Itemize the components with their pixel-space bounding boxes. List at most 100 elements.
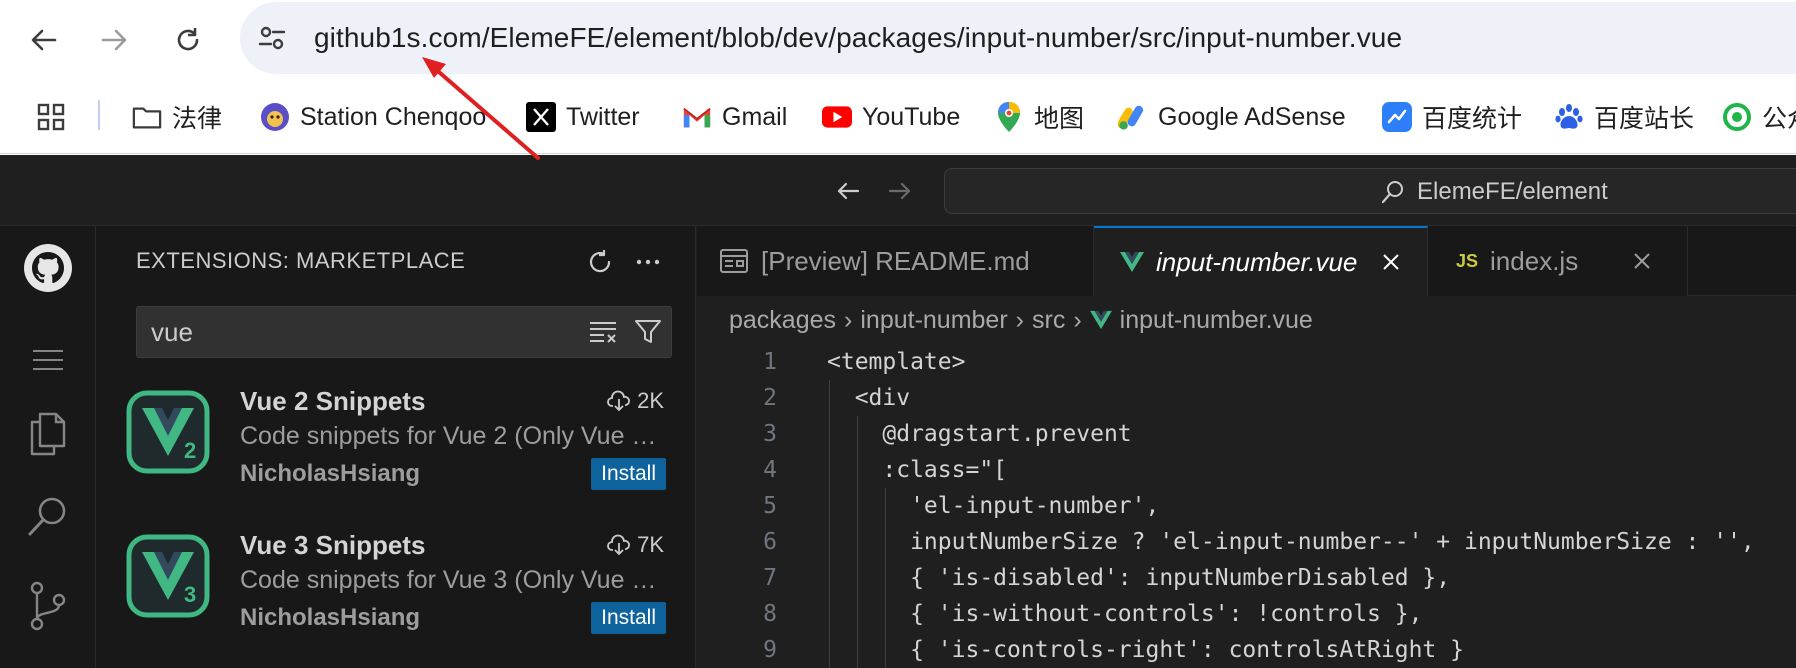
reload-button[interactable] — [166, 18, 210, 62]
tab-label: index.js — [1490, 245, 1579, 276]
bookmark-label: 百度站长 — [1594, 105, 1695, 133]
close-tab-button[interactable] — [1628, 247, 1656, 275]
code-line: 1 <template> — [697, 344, 1796, 380]
download-count: 2K — [607, 388, 664, 414]
menu-button[interactable] — [20, 332, 76, 388]
vue3-snippets-logo-icon: 3 — [126, 534, 210, 618]
line-text: { 'is-without-controls': !controls }, — [827, 601, 1423, 627]
activity-bar — [0, 226, 96, 668]
bookmark-item[interactable]: Station Chenqoo — [260, 98, 486, 136]
vscode-window: ElemeFE/element EXTENSIONS: MARKETPLACE — [0, 155, 1796, 668]
line-number: 9 — [763, 637, 777, 663]
close-icon — [1634, 253, 1650, 269]
clear-search-button[interactable] — [587, 315, 621, 349]
clear-filter-icon — [590, 322, 616, 343]
hamburger-menu-icon — [33, 350, 63, 370]
code-line: 7 { 'is-disabled': inputNumberDisabled }… — [697, 560, 1796, 596]
download-count: 7K — [607, 532, 664, 558]
extensions-search-input[interactable]: vue — [136, 306, 672, 358]
search-query[interactable]: vue — [151, 317, 193, 348]
chevron-right-icon: › — [844, 305, 853, 334]
extension-publisher: NicholasHsiang — [240, 460, 421, 487]
bookmark-item[interactable]: Twitter — [526, 98, 640, 136]
editor-area: [Preview] README.md input-number.vue JS … — [697, 226, 1796, 668]
search-view-button[interactable] — [20, 488, 76, 544]
svg-text:3: 3 — [184, 582, 196, 607]
go-forward-button[interactable] — [882, 173, 918, 209]
refresh-icon — [589, 250, 611, 273]
install-button[interactable]: Install — [591, 458, 666, 490]
bookmark-item[interactable]: 公众 — [1722, 98, 1796, 136]
source-control-icon — [30, 581, 66, 631]
files-icon — [30, 412, 66, 456]
x-logo-icon — [526, 102, 556, 132]
filter-button[interactable] — [631, 315, 665, 349]
bookmark-item[interactable]: 地图 — [994, 98, 1084, 136]
code-editor[interactable]: 1 <template> 2 <div 3 @dragstart.prevent… — [697, 344, 1796, 668]
arrow-left-icon — [31, 29, 57, 51]
site-info-icon[interactable] — [256, 22, 288, 54]
sidebar-title: EXTENSIONS: MARKETPLACE — [136, 248, 466, 273]
cloud-download-icon — [607, 534, 631, 556]
tab-input-number-vue[interactable]: input-number.vue — [1094, 226, 1428, 296]
command-center-search[interactable]: ElemeFE/element — [944, 168, 1796, 214]
bookmark-label: 地图 — [1034, 105, 1085, 133]
wechat-icon — [1722, 102, 1752, 132]
forward-button[interactable] — [92, 18, 136, 62]
bookmark-label: Google AdSense — [1158, 102, 1346, 131]
bookmark-folder[interactable]: 法律 — [132, 98, 222, 136]
baidu-tongji-icon — [1382, 102, 1412, 132]
line-number: 2 — [763, 385, 777, 411]
bookmarks-bar: 法律 Station Chenqoo Twitter Gmail YouTube… — [0, 80, 1796, 154]
extension-item-vue3-snippets[interactable]: 3 Vue 3 Snippets Code snippets for Vue 3… — [96, 520, 696, 650]
search-icon — [1379, 178, 1407, 206]
bookmark-label: 法律 — [172, 105, 223, 133]
bookmark-item[interactable]: Google AdSense — [1118, 98, 1346, 136]
more-actions-button[interactable] — [630, 244, 666, 280]
tab-index-js[interactable]: JS index.js — [1428, 226, 1688, 296]
line-number: 7 — [763, 565, 777, 591]
adsense-icon — [1118, 102, 1148, 132]
bookmark-item[interactable]: YouTube — [822, 98, 960, 136]
browser-toolbar: github1s.com/ElemeFE/element/blob/dev/pa… — [0, 0, 1796, 80]
station-logo-icon — [260, 102, 290, 132]
refresh-button[interactable] — [582, 244, 618, 280]
arrow-right-icon — [101, 29, 127, 51]
code-line: 6 inputNumberSize ? 'el-input-number--' … — [697, 524, 1796, 560]
bookmark-label: Twitter — [566, 102, 640, 131]
apps-button[interactable] — [36, 98, 66, 136]
extension-item-vue2-snippets[interactable]: 2 Vue 2 Snippets Code snippets for Vue 2… — [96, 376, 696, 506]
bookmark-item[interactable]: 百度统计 — [1382, 98, 1522, 136]
breadcrumb-item[interactable]: input-number — [860, 306, 1007, 335]
line-text: { 'is-disabled': inputNumberDisabled }, — [827, 565, 1451, 591]
source-control-button[interactable] — [20, 578, 76, 634]
bookmark-item[interactable]: 百度站长 — [1554, 98, 1694, 136]
breadcrumb-item[interactable]: packages — [729, 306, 836, 335]
preview-icon — [719, 247, 749, 275]
url-text[interactable]: github1s.com/ElemeFE/element/blob/dev/pa… — [314, 22, 1402, 54]
breadcrumb: packages › input-number › src › input-nu… — [729, 302, 1313, 338]
line-text: <template> — [827, 349, 966, 375]
editor-tabs: [Preview] README.md input-number.vue JS … — [697, 226, 1796, 296]
youtube-icon — [822, 102, 852, 132]
breadcrumb-item[interactable]: src — [1032, 306, 1065, 335]
command-center-text: ElemeFE/element — [1417, 178, 1608, 205]
tab-readme-preview[interactable]: [Preview] README.md — [697, 226, 1094, 296]
chevron-right-icon: › — [1015, 305, 1024, 334]
extension-name: Vue 3 Snippets — [240, 530, 426, 560]
tab-label: input-number.vue — [1156, 246, 1358, 277]
explorer-button[interactable] — [20, 406, 76, 462]
close-tab-button[interactable] — [1377, 248, 1405, 276]
line-text: inputNumberSize ? 'el-input-number--' + … — [827, 529, 1755, 555]
back-button[interactable] — [22, 18, 66, 62]
code-line: 5 'el-input-number', — [697, 488, 1796, 524]
line-number: 5 — [763, 493, 777, 519]
breadcrumb-item[interactable]: input-number.vue — [1120, 306, 1313, 335]
github-button[interactable] — [20, 240, 76, 296]
install-button[interactable]: Install — [591, 602, 666, 634]
vscode-titlebar: ElemeFE/element — [0, 155, 1796, 226]
bookmark-item[interactable]: Gmail — [682, 98, 787, 136]
line-text: :class="[ — [827, 457, 1008, 483]
address-bar[interactable]: github1s.com/ElemeFE/element/blob/dev/pa… — [240, 2, 1796, 74]
go-back-button[interactable] — [830, 173, 866, 209]
